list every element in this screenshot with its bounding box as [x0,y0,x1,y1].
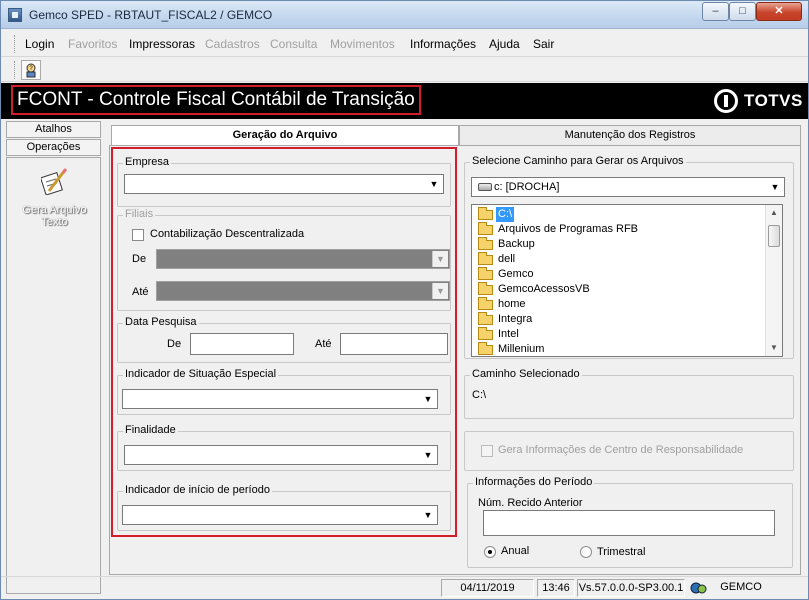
toolbar-grip [14,61,17,79]
folder-item[interactable]: Arquivos de Programas RFB [476,222,766,237]
scroll-down-icon[interactable]: ▼ [766,340,782,356]
menu-ajuda[interactable]: Ajuda [489,37,520,51]
folder-item[interactable]: C:\ [476,207,766,222]
status-bar: 04/11/2019 13:46 Vs.57.0.0.0-SP3.00.1 GE… [1,576,808,599]
folder-icon [478,252,493,265]
folder-item[interactable]: GemcoAcessosVB [476,282,766,297]
window-title: Gemco SPED - RBTAUT_FISCAL2 / GEMCO [29,8,273,22]
sidebar-tab-atalhos[interactable]: Atalhos [6,121,101,138]
folder-item[interactable]: Gemco [476,267,766,282]
folder-item[interactable]: Intel [476,327,766,342]
scroll-thumb[interactable] [768,225,780,247]
gera-arquivo-label: Gera Arquivo Texto [7,204,102,228]
status-date: 04/11/2019 [441,579,534,597]
gera-arquivo-label-line1: Gera Arquivo [22,204,87,216]
menu-impressoras[interactable]: Impressoras [129,37,195,51]
menu-consulta[interactable]: Consulta [270,37,317,51]
folder-list-scrollbar[interactable]: ▲ ▼ [765,205,782,356]
toolbar: ? [1,58,808,82]
totvs-logo-icon [714,89,738,113]
folder-item[interactable]: Integra [476,312,766,327]
caminho-group-label: Selecione Caminho para Gerar os Arquivos [470,155,686,167]
highlight-box [111,147,457,537]
anual-label: Anual [501,545,530,557]
centro-resp-label: Gera Informações de Centro de Responsabi… [498,444,744,456]
menu-login[interactable]: Login [25,37,54,51]
close-button[interactable]: ✕ [756,2,802,21]
trimestral-label: Trimestral [597,546,646,558]
folder-icon [478,207,493,220]
folder-icon [478,342,493,355]
menu-favoritos[interactable]: Favoritos [68,37,117,51]
totvs-brand: TOTVS [744,91,803,110]
help-user-icon[interactable]: ? [21,60,41,80]
centro-resp-checkbox[interactable] [481,445,493,457]
info-periodo-group: Informações do Período Núm. Recido Anter… [467,476,793,568]
num-recibo-input[interactable] [483,510,775,536]
folder-icon [478,222,493,235]
menu-cadastros[interactable]: Cadastros [205,37,260,51]
num-recibo-label: Núm. Recido Anterior [478,497,583,509]
gera-arquivo-label-line2: Texto [41,216,68,228]
status-time: 13:46 [537,579,575,597]
menu-movimentos[interactable]: Movimentos [330,37,395,51]
scroll-up-icon[interactable]: ▲ [766,205,782,221]
banner: FCONT - Controle Fiscal Contábil de Tran… [1,83,808,119]
folder-icon [478,297,493,310]
folder-icon [478,312,493,325]
folder-item[interactable]: Backup [476,237,766,252]
drive-select[interactable]: c: [DROCHA] ▼ [471,177,785,197]
tab-manutencao-registros[interactable]: Manutenção dos Registros [459,125,801,145]
drive-value: c: [DROCHA] [494,181,560,193]
drive-icon [478,183,492,191]
folder-icon [478,237,493,250]
folder-list[interactable]: C:\ Arquivos de Programas RFB Backup del… [471,204,783,357]
gera-arquivo-shortcut[interactable]: Gera Arquivo Texto [7,158,102,234]
sidebar-panel: Gera Arquivo Texto [6,157,101,594]
sidebar-tab-operacoes[interactable]: Operações [6,139,101,156]
banner-title: FCONT - Controle Fiscal Contábil de Tran… [11,85,421,115]
folder-icon [478,282,493,295]
network-icon [690,580,708,596]
app-window: Gemco SPED - RBTAUT_FISCAL2 / GEMCO – □ … [0,0,809,600]
caminho-selecionado-value: C:\ [472,389,487,401]
folder-item[interactable]: Millenium [476,342,766,356]
anual-radio[interactable] [484,546,496,558]
gera-arquivo-pencil-icon [41,168,67,195]
maximize-button[interactable]: □ [729,2,756,21]
menu-bar: Login Favoritos Impressoras Cadastros Co… [1,31,808,57]
menu-informacoes[interactable]: Informações [410,37,476,51]
app-icon[interactable] [8,8,22,22]
menu-sair[interactable]: Sair [533,37,554,51]
folder-icon [478,267,493,280]
menu-grip [14,35,17,53]
minimize-button[interactable]: – [702,2,729,21]
tab-geracao-arquivo[interactable]: Geração do Arquivo [111,125,459,146]
folder-item[interactable]: home [476,297,766,312]
centro-resp-group: Gera Informações de Centro de Responsabi… [464,431,794,471]
caminho-selecionado-label: Caminho Selecionado [470,368,582,380]
status-version: Vs.57.0.0.0-SP3.00.1 [577,579,685,597]
folder-item[interactable]: dell [476,252,766,267]
trimestral-radio[interactable] [580,546,592,558]
folder-icon [478,327,493,340]
status-company: GEMCO [720,581,762,593]
info-periodo-label: Informações do Período [473,476,595,488]
title-bar[interactable]: Gemco SPED - RBTAUT_FISCAL2 / GEMCO – □ … [1,1,808,29]
chevron-down-icon: ▼ [770,182,780,192]
caminho-selecionado-group: Caminho Selecionado C:\ [464,368,794,419]
